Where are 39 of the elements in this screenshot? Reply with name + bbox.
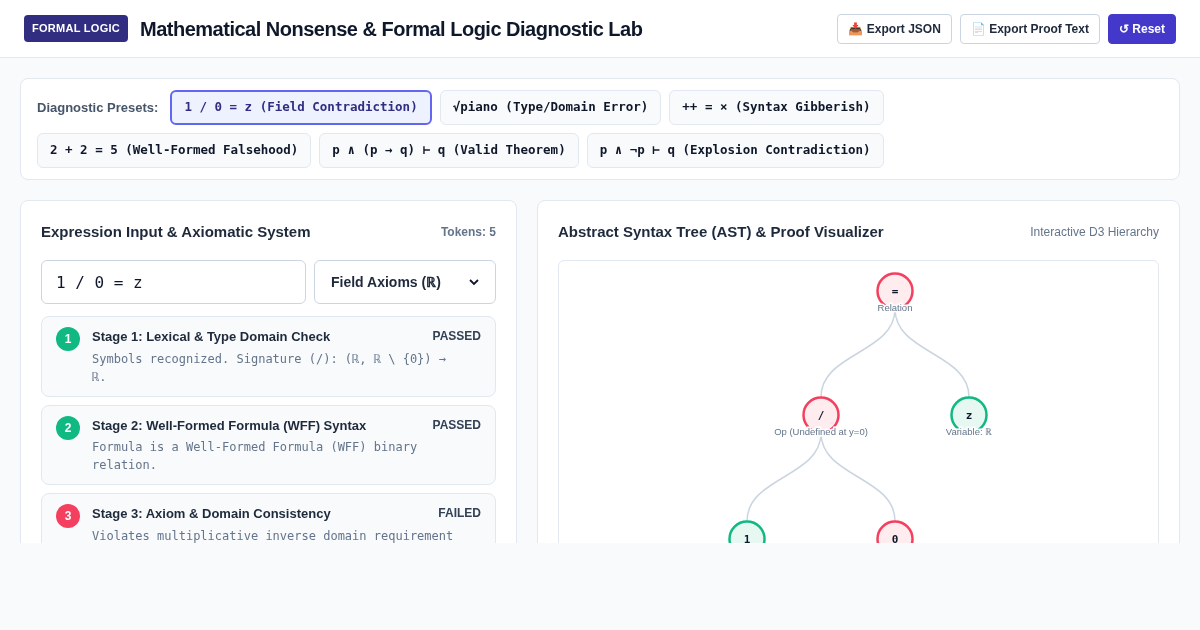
stage-title: Stage 1: Lexical & Type Domain Check — [92, 328, 331, 346]
chevron-icon — [469, 278, 479, 286]
stage-status: PASSED — [432, 328, 481, 345]
node-label: Op (Undefined at y=0) — [774, 426, 868, 437]
expression-input[interactable]: 1 / 0 = z — [41, 260, 306, 304]
page-title: Mathematical Nonsense & Formal Logic Diagnostic Lab — [140, 16, 643, 42]
preset-chip[interactable]: 2 + 2 = 5 (Well-Formed Falsehood) — [37, 132, 312, 168]
preset-chip[interactable]: 1 / 0 = z (Field Contradiction) — [170, 90, 432, 125]
preset-chip[interactable]: ++ = × (Syntax Gibberish) — [669, 90, 884, 125]
panel-subtitle: Interactive D3 Hierarchy — [1030, 223, 1159, 241]
action-button[interactable]: 📄 Export Proof Text — [959, 13, 1100, 44]
stage-description: Symbols recognized. Signature (/): (ℝ, ℝ \ {0}) → ℝ. — [92, 350, 447, 386]
stage-number: 1 — [56, 327, 80, 351]
preset-chip[interactable]: p ∧ (p → q) ⊢ q (Valid Theorem) — [319, 132, 579, 168]
node-symbol: 1 — [743, 533, 751, 543]
stage-title: Stage 3: Axiom & Domain Consistency — [92, 505, 331, 523]
action-button[interactable]: 📥 Export JSON — [837, 13, 952, 44]
presets-label: Diagnostic Presets: — [37, 98, 159, 117]
stage-number: 3 — [56, 504, 80, 528]
node-symbol: / — [817, 409, 825, 422]
stage-status: PASSED — [432, 416, 481, 434]
stage-status: FAILED — [438, 505, 481, 522]
panel-title: Abstract Syntax Tree (AST) & Proof Visualizer — [558, 221, 884, 242]
token-count: Tokens: 5 — [440, 223, 496, 241]
node-symbol: z — [965, 409, 973, 422]
stage-title: Stage 2: Well-Formed Formula (WFF) Syntax — [92, 416, 367, 435]
tree-node[interactable] — [728, 520, 766, 543]
tree-node[interactable] — [876, 520, 914, 543]
action-button[interactable]: ↺ Reset — [1107, 13, 1176, 44]
axiom-select[interactable]: Field Axioms (ℝ) — [314, 260, 496, 304]
panel-title: Expression Input & Axiomatic System — [41, 221, 311, 242]
stage-description: Violates multiplicative inverse domain requirement — [92, 527, 455, 543]
app-badge: FORMAL LOGIC — [24, 15, 129, 42]
node-symbol: 0 — [891, 533, 899, 543]
stage-description: Formula is a Well-Formed Formula (WFF) binary relation. — [92, 439, 419, 474]
preset-chip[interactable]: p ∧ ¬p ⊢ q (Explosion Contradiction) — [586, 132, 884, 168]
preset-chip[interactable]: √piano (Type/Domain Error) — [439, 90, 662, 125]
node-symbol: = — [891, 285, 899, 298]
stage-number: 2 — [56, 415, 80, 440]
